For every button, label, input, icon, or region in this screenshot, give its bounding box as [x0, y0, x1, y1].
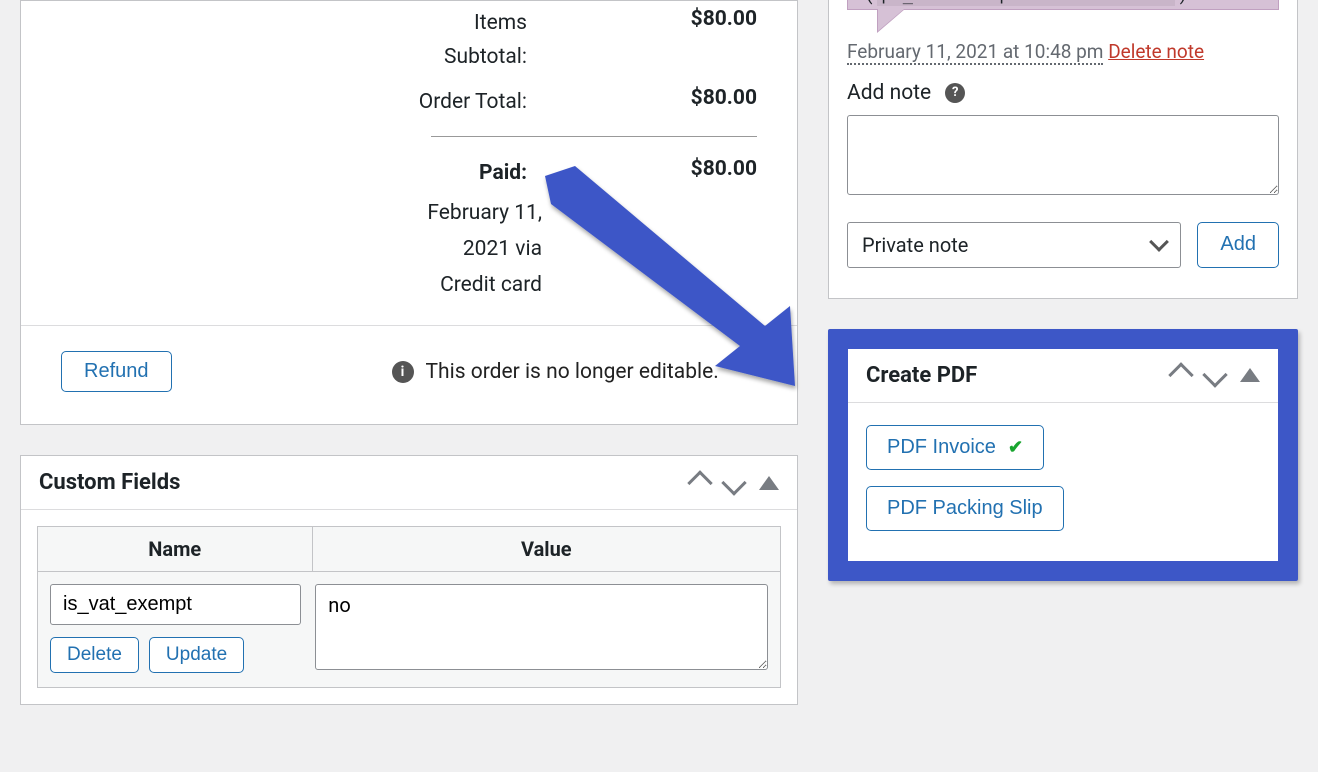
- pdf-packing-slip-label: PDF Packing Slip: [887, 497, 1043, 520]
- panel-toggle-icon[interactable]: [1240, 368, 1260, 382]
- add-note-button[interactable]: Add: [1197, 222, 1279, 268]
- order-note-timestamp: February 11, 2021 at 10:48 pm: [847, 40, 1103, 65]
- custom-fields-title: Custom Fields: [39, 470, 691, 495]
- order-total-label: Order Total:: [61, 86, 617, 120]
- add-note-label: Add note: [847, 81, 931, 105]
- note-type-select[interactable]: Private note: [847, 222, 1181, 268]
- paid-date-line1: February 11,: [21, 196, 797, 232]
- paid-label: Paid:: [61, 157, 617, 191]
- custom-field-value-input[interactable]: [315, 584, 768, 670]
- not-editable-text: This order is no longer editable.: [426, 360, 719, 384]
- custom-fields-panel: Custom Fields Name Value Delete: [20, 455, 798, 705]
- info-icon: i: [392, 361, 414, 383]
- not-editable-message: i This order is no longer editable.: [392, 360, 719, 384]
- custom-field-name-input[interactable]: [50, 584, 301, 625]
- items-subtotal-value: $80.00: [617, 7, 757, 74]
- custom-fields-column-name: Name: [38, 527, 313, 571]
- custom-fields-column-value: Value: [313, 527, 780, 571]
- panel-move-up-icon[interactable]: [1168, 362, 1193, 387]
- paid-date-line2: 2021 via: [21, 232, 797, 268]
- create-pdf-highlight: Create PDF PDF Invoice ✔ PDF Packing Sli…: [828, 329, 1298, 581]
- pdf-packing-slip-button[interactable]: PDF Packing Slip: [866, 486, 1064, 531]
- add-note-textarea[interactable]: [847, 115, 1279, 195]
- totals-divider: [431, 136, 757, 137]
- refund-button[interactable]: Refund: [61, 351, 172, 392]
- panel-move-up-icon[interactable]: [687, 470, 712, 495]
- panel-toggle-icon[interactable]: [759, 476, 779, 490]
- order-totals-panel: ItemsSubtotal: $80.00 Order Total: $80.0…: [20, 0, 798, 425]
- paid-value: $80.00: [617, 157, 757, 191]
- pdf-invoice-button[interactable]: PDF Invoice ✔: [866, 425, 1044, 470]
- delete-note-link[interactable]: Delete note: [1108, 40, 1204, 63]
- check-icon: ✔: [1008, 437, 1023, 458]
- custom-field-update-button[interactable]: Update: [149, 637, 244, 673]
- order-notes-panel: ( ( pt_1IJnxwznpFZCCwrLtb7etKA9 ).pt_1IJ…: [828, 0, 1298, 299]
- create-pdf-title: Create PDF: [866, 363, 1172, 388]
- help-icon[interactable]: ?: [945, 83, 965, 103]
- items-subtotal-label: ItemsSubtotal:: [61, 7, 617, 74]
- custom-field-delete-button[interactable]: Delete: [50, 637, 139, 673]
- order-total-value: $80.00: [617, 86, 757, 120]
- pdf-invoice-label: PDF Invoice: [887, 436, 996, 459]
- note-type-selected: Private note: [862, 233, 968, 257]
- panel-move-down-icon[interactable]: [1202, 362, 1227, 387]
- paid-method: Credit card: [21, 268, 797, 326]
- custom-field-row: Delete Update: [37, 571, 781, 688]
- order-note-bubble: ( ( pt_1IJnxwznpFZCCwrLtb7etKA9 ).pt_1IJ…: [847, 0, 1279, 10]
- order-note-meta: February 11, 2021 at 10:48 pm Delete not…: [847, 40, 1279, 63]
- chevron-down-icon: [1150, 232, 1170, 252]
- panel-move-down-icon[interactable]: [721, 470, 746, 495]
